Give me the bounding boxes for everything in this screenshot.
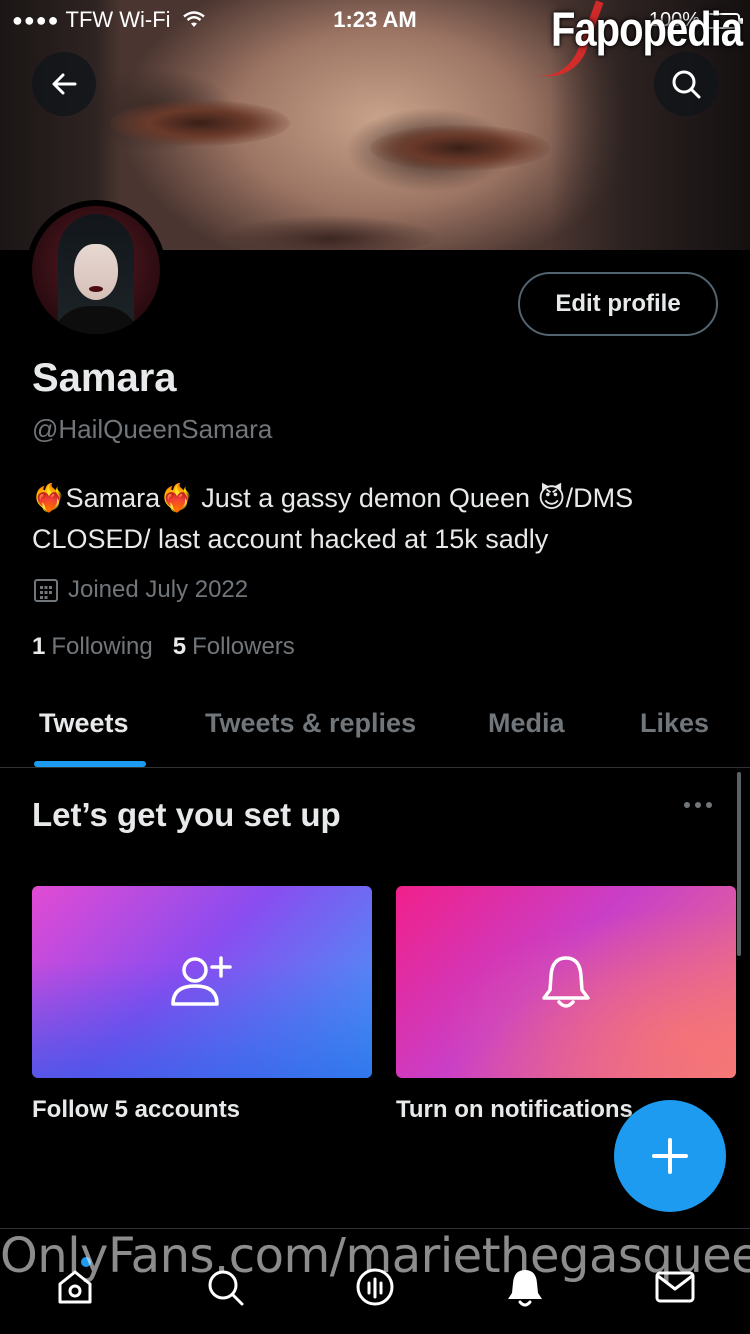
edit-profile-button[interactable]: Edit profile xyxy=(518,272,718,336)
notifications-card[interactable] xyxy=(396,886,736,1078)
following-count: 1 xyxy=(32,633,46,660)
watermark-top: Fapopedia xyxy=(550,3,743,57)
joined-label: Joined July 2022 xyxy=(68,576,249,603)
followers-label: Followers xyxy=(192,633,295,660)
profile-tabs: Tweets Tweets & replies Media Likes xyxy=(0,690,750,768)
tab-tweets-replies[interactable]: Tweets & replies xyxy=(205,708,416,739)
banner-eye-right xyxy=(370,125,550,171)
user-handle: @HailQueenSamara xyxy=(32,414,273,444)
banner-eye-left xyxy=(110,100,290,146)
search-icon xyxy=(672,70,701,99)
profile-bio: ❤️‍🔥Samara❤️‍🔥 Just a gassy demon Queen … xyxy=(32,483,634,554)
followers-link[interactable]: 5 Followers xyxy=(173,633,295,661)
add-user-icon xyxy=(171,956,232,1006)
display-name: Samara xyxy=(32,356,177,400)
plus-icon xyxy=(652,1138,688,1174)
scrollbar[interactable] xyxy=(737,772,741,956)
notifications-label[interactable]: Turn on notifications xyxy=(396,1096,646,1124)
more-icon[interactable] xyxy=(684,802,712,808)
tab-likes[interactable]: Likes xyxy=(640,708,709,739)
setup-title: Let’s get you set up xyxy=(32,796,341,833)
watermark-bottom: OnlyFans.com/mariethegasqueen xyxy=(0,1228,750,1284)
arrow-left-icon xyxy=(52,73,77,95)
active-tab-indicator xyxy=(34,761,146,767)
tab-media[interactable]: Media xyxy=(488,708,565,739)
back-button[interactable] xyxy=(32,52,96,116)
avatar-image xyxy=(32,206,160,334)
tab-tweets[interactable]: Tweets xyxy=(39,708,129,739)
avatar-mouth xyxy=(89,286,103,292)
following-label: Following xyxy=(51,633,153,660)
avatar[interactable] xyxy=(26,200,166,340)
bell-icon xyxy=(542,956,590,1008)
banner-nose-shadow xyxy=(220,215,440,250)
followers-count: 5 xyxy=(172,633,187,660)
follow-accounts-card[interactable] xyxy=(32,886,372,1078)
follow-stats: 1 Following 5 Followers xyxy=(32,633,295,661)
joined-date: Joined July 2022 xyxy=(32,576,248,604)
following-link[interactable]: 1 Following xyxy=(32,633,153,661)
search-button[interactable] xyxy=(654,52,718,116)
compose-tweet-button[interactable] xyxy=(614,1100,726,1212)
calendar-icon xyxy=(34,579,58,602)
follow-accounts-label[interactable]: Follow 5 accounts xyxy=(32,1096,240,1124)
